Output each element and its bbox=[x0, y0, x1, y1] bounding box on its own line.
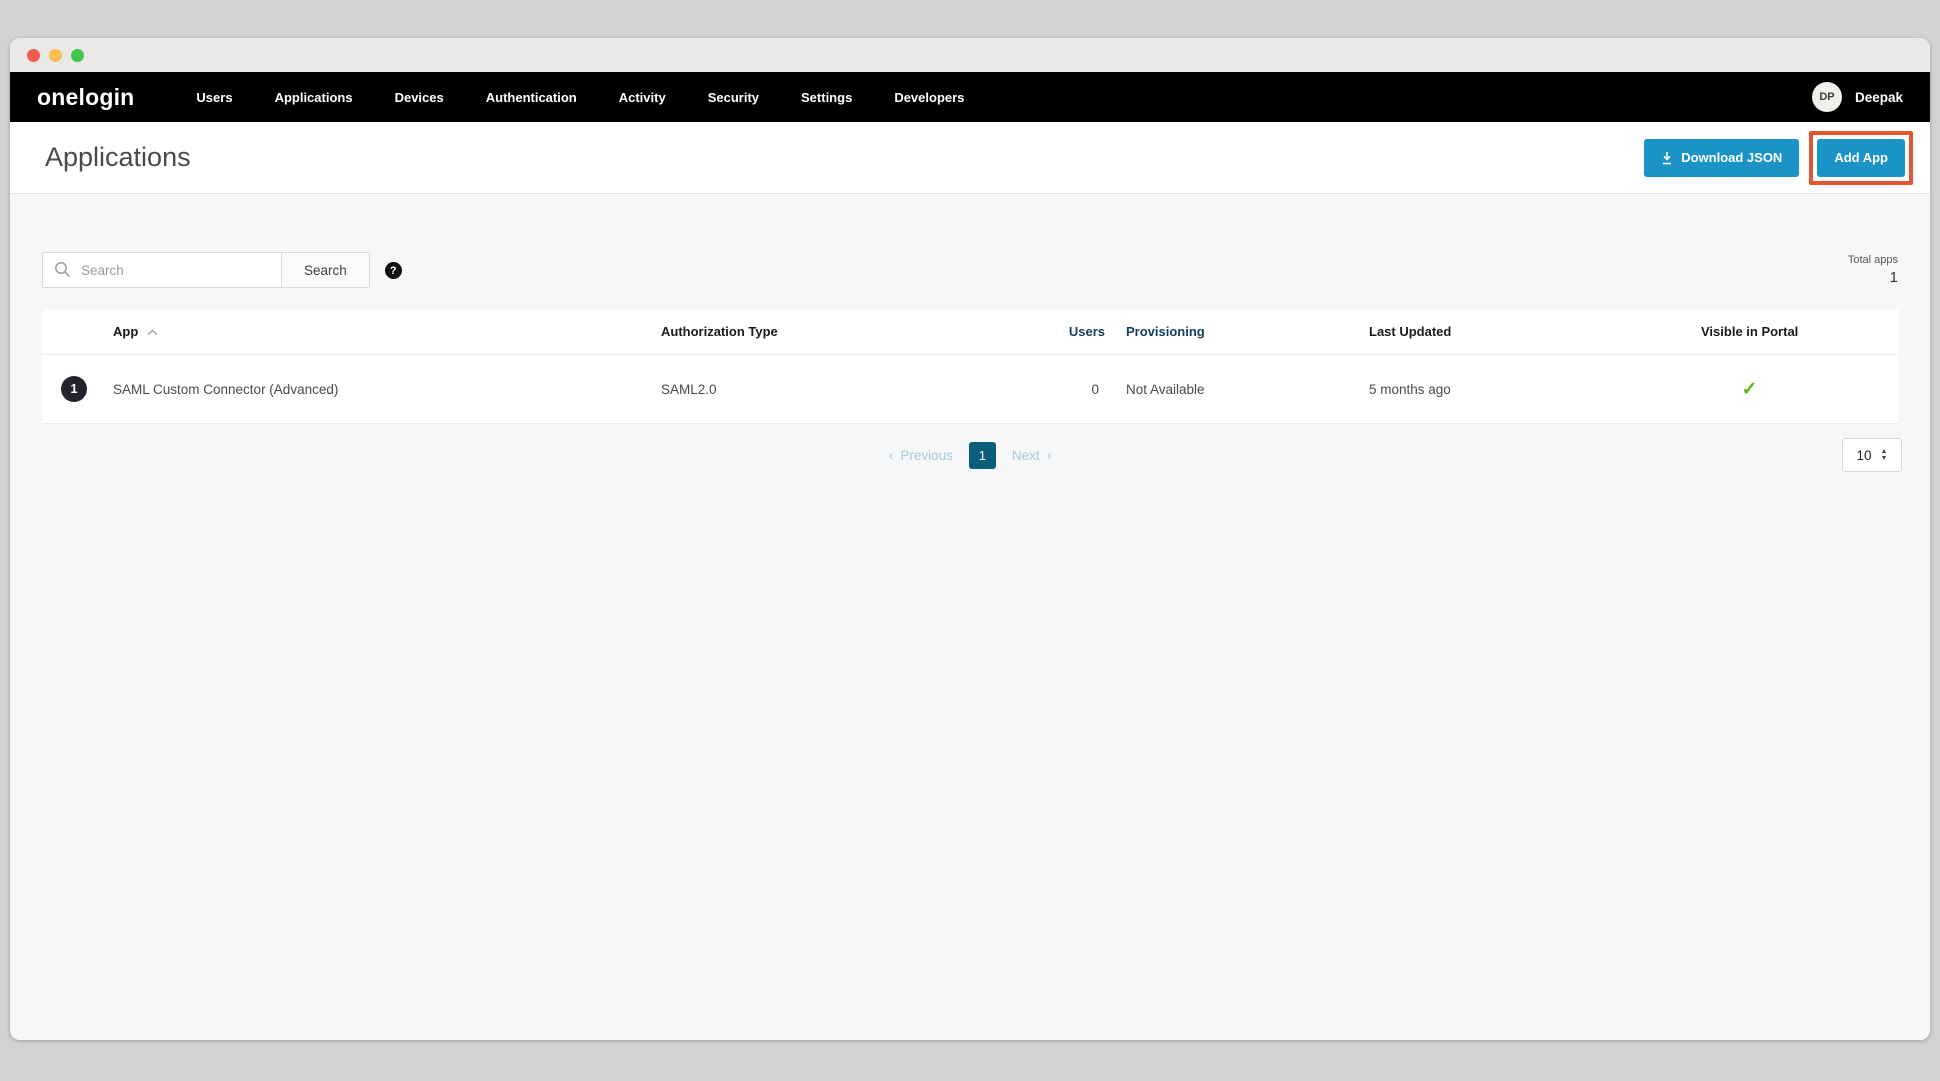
table-header-row: App Authorization Type Users Provisionin… bbox=[42, 309, 1898, 355]
download-json-button[interactable]: Download JSON bbox=[1644, 139, 1799, 177]
download-icon bbox=[1661, 151, 1673, 165]
nav-item-authentication[interactable]: Authentication bbox=[486, 90, 577, 105]
cell-last-updated: 5 months ago bbox=[1350, 382, 1680, 397]
pagination: ‹ Previous 1 Next › bbox=[10, 438, 1930, 472]
pagination-row: ‹ Previous 1 Next › 10 ▲▼ bbox=[10, 438, 1930, 472]
total-apps-label: Total apps bbox=[1848, 254, 1898, 266]
check-icon: ✓ bbox=[1701, 378, 1798, 401]
applications-table: App Authorization Type Users Provisionin… bbox=[42, 309, 1898, 424]
page-header: Applications Download JSON Add App bbox=[10, 122, 1930, 194]
chevron-right-icon: › bbox=[1047, 448, 1052, 463]
cell-app: 1 SAML Custom Connector (Advanced) bbox=[42, 376, 661, 402]
nav-item-developers[interactable]: Developers bbox=[894, 90, 964, 105]
column-header-visible-in-portal[interactable]: Visible in Portal bbox=[1680, 324, 1898, 339]
column-header-authorization-type[interactable]: Authorization Type bbox=[661, 324, 1015, 339]
help-icon[interactable]: ? bbox=[385, 262, 402, 279]
toolbar: Search ? Total apps 1 bbox=[10, 194, 1930, 288]
add-app-button[interactable]: Add App bbox=[1817, 139, 1905, 177]
table-row[interactable]: 1 SAML Custom Connector (Advanced) SAML2… bbox=[42, 355, 1898, 423]
avatar[interactable]: DP bbox=[1812, 82, 1842, 112]
nav-item-security[interactable]: Security bbox=[708, 90, 759, 105]
page-size-value: 10 bbox=[1857, 448, 1872, 463]
total-apps: Total apps 1 bbox=[1848, 252, 1898, 286]
nav-item-activity[interactable]: Activity bbox=[619, 90, 666, 105]
content-area: Search ? Total apps 1 App Authorization … bbox=[10, 194, 1930, 1040]
zoom-window-button[interactable] bbox=[71, 49, 84, 62]
page-title: Applications bbox=[45, 142, 191, 173]
search-input[interactable] bbox=[42, 252, 282, 288]
top-navbar: onelogin Users Applications Devices Auth… bbox=[10, 72, 1930, 122]
nav-item-settings[interactable]: Settings bbox=[801, 90, 852, 105]
nav-item-applications[interactable]: Applications bbox=[275, 90, 353, 105]
column-header-provisioning[interactable]: Provisioning bbox=[1105, 324, 1350, 339]
column-header-app[interactable]: App bbox=[42, 324, 661, 339]
nav-item-devices[interactable]: Devices bbox=[395, 90, 444, 105]
cell-users: 0 bbox=[1015, 382, 1105, 397]
stepper-arrows-icon: ▲▼ bbox=[1881, 449, 1888, 462]
main-nav: Users Applications Devices Authenticatio… bbox=[196, 90, 964, 105]
next-label: Next bbox=[1012, 448, 1040, 463]
cell-authorization-type: SAML2.0 bbox=[661, 382, 1015, 397]
chevron-left-icon: ‹ bbox=[889, 448, 894, 463]
column-header-app-label: App bbox=[113, 324, 138, 339]
column-header-last-updated[interactable]: Last Updated bbox=[1350, 324, 1680, 339]
search-button[interactable]: Search bbox=[281, 252, 370, 288]
window-titlebar bbox=[10, 38, 1930, 72]
onelogin-logo[interactable]: onelogin bbox=[37, 84, 134, 111]
add-app-highlight-box: Add App bbox=[1809, 131, 1913, 185]
nav-item-users[interactable]: Users bbox=[196, 90, 232, 105]
app-window: onelogin Users Applications Devices Auth… bbox=[10, 38, 1930, 1040]
previous-label: Previous bbox=[900, 448, 953, 463]
previous-page-button[interactable]: ‹ Previous bbox=[889, 448, 953, 463]
close-window-button[interactable] bbox=[27, 49, 40, 62]
row-number-badge: 1 bbox=[61, 376, 87, 402]
download-json-label: Download JSON bbox=[1681, 150, 1782, 165]
header-actions: Download JSON Add App bbox=[1644, 131, 1913, 185]
column-header-users[interactable]: Users bbox=[1015, 324, 1105, 339]
page-size-select[interactable]: 10 ▲▼ bbox=[1842, 438, 1902, 472]
minimize-window-button[interactable] bbox=[49, 49, 62, 62]
current-page-button[interactable]: 1 bbox=[969, 442, 996, 469]
sort-ascending-icon bbox=[147, 324, 158, 339]
search-icon bbox=[54, 261, 71, 283]
cell-visible-in-portal: ✓ bbox=[1680, 378, 1898, 401]
user-menu[interactable]: DP Deepak bbox=[1812, 82, 1903, 112]
total-apps-value: 1 bbox=[1848, 269, 1898, 286]
next-page-button[interactable]: Next › bbox=[1012, 448, 1051, 463]
user-name: Deepak bbox=[1855, 90, 1903, 105]
app-name-link[interactable]: SAML Custom Connector (Advanced) bbox=[113, 382, 338, 397]
search-wrap bbox=[42, 252, 282, 288]
cell-provisioning: Not Available bbox=[1105, 382, 1350, 397]
